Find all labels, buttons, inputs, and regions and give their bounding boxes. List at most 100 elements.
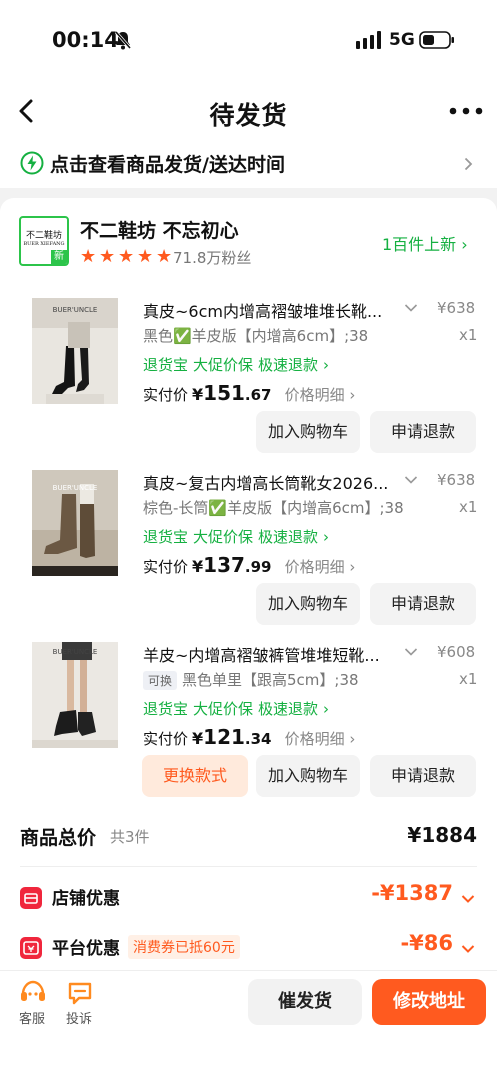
shop-rating-stars: ★ ★ ★ ★ ★ xyxy=(80,246,175,267)
request-refund-button[interactable]: 申请退款 xyxy=(370,755,476,797)
service-tags[interactable]: 退货宝 大促价保 极速退款 › xyxy=(143,698,334,719)
product-variant: 可换 黑色单里【跟高5cm】;38 xyxy=(143,669,359,690)
add-to-cart-button[interactable]: 加入购物车 xyxy=(256,583,360,625)
thumbnail-brand: BUER'UNCLE xyxy=(52,648,98,656)
product-variant: 黑色✅羊皮版【内增高6cm】;38 xyxy=(143,327,369,345)
thumbnail-brand: BUER'UNCLE xyxy=(52,306,98,314)
network-label: 5G xyxy=(389,30,415,50)
shop-logo[interactable]: 不二鞋坊 BUER XIEFANG 新 xyxy=(19,216,69,266)
service-tags[interactable]: 退货宝 大促价保 极速退款 › xyxy=(143,526,334,547)
star-icon: ★ xyxy=(137,246,154,267)
modify-address-button[interactable]: 修改地址 xyxy=(372,979,486,1025)
add-to-cart-button[interactable]: 加入购物车 xyxy=(256,755,360,797)
product-variant: 棕色-长筒✅羊皮版【内增高6cm】;38 xyxy=(143,499,404,517)
request-refund-button[interactable]: 申请退款 xyxy=(370,411,476,453)
customer-service-label[interactable]: 客服 xyxy=(19,1008,45,1027)
chevron-right-icon xyxy=(464,157,473,171)
chevron-right-icon: › xyxy=(323,528,330,546)
currency-symbol: ¥ xyxy=(192,385,204,404)
new-badge: 新 xyxy=(51,250,67,264)
shop-discount-value: -¥1387 xyxy=(371,881,453,905)
price-detail-link[interactable]: 价格明细 › xyxy=(285,730,356,748)
add-to-cart-button[interactable]: 加入购物车 xyxy=(256,411,360,453)
chevron-right-icon: › xyxy=(461,235,468,254)
divider xyxy=(20,866,477,867)
service-tag: 大促价保 xyxy=(193,356,254,374)
chevron-down-icon xyxy=(461,895,475,903)
remind-shipping-button[interactable]: 催发货 xyxy=(248,979,362,1025)
chevron-right-icon: › xyxy=(323,356,330,374)
service-tag: 退货宝 xyxy=(143,528,189,546)
paid-price-int: 121 xyxy=(203,725,245,749)
service-tag: 极速退款 xyxy=(258,700,319,718)
order-item[interactable]: BUER'UNCLE 真皮~6cm内增高褶皱堆堆长靴... ¥638 黑色✅羊皮… xyxy=(0,298,497,470)
platform-discount-label: 平台优惠 xyxy=(52,939,120,959)
customer-service-icon[interactable] xyxy=(19,979,47,1007)
product-thumbnail[interactable]: BUER'UNCLE xyxy=(32,470,118,576)
shop-fans: 71.8万粉丝 xyxy=(173,249,252,267)
chevron-down-icon[interactable] xyxy=(404,475,418,485)
price-detail-label: 价格明细 xyxy=(284,386,345,404)
list-price: ¥608 xyxy=(437,643,476,661)
service-tag: 大促价保 xyxy=(193,700,254,718)
bell-muted-icon xyxy=(114,31,132,50)
coupon-tag: 消费券已抵60元 xyxy=(128,935,240,959)
more-icon[interactable] xyxy=(446,98,486,124)
platform-discount-icon xyxy=(20,937,42,959)
star-icon: ★ xyxy=(80,246,97,267)
nav-bar: 待发货 xyxy=(0,80,497,140)
service-tags[interactable]: 退货宝 大促价保 极速退款 › xyxy=(143,354,334,375)
chevron-down-icon[interactable] xyxy=(404,647,418,657)
page-title: 待发货 xyxy=(209,101,288,130)
bottom-action-bar: 客服 投诉 催发货 修改地址 xyxy=(0,970,497,1080)
service-tag: 大促价保 xyxy=(193,528,254,546)
shop-new-items-link[interactable]: 1百件上新 › xyxy=(382,231,468,255)
complaint-icon[interactable] xyxy=(66,979,94,1007)
shipping-time-bar[interactable]: 点击查看商品发货/送达时间 xyxy=(0,140,497,188)
request-refund-button[interactable]: 申请退款 xyxy=(370,583,476,625)
signal-icon xyxy=(356,31,381,49)
platform-discount-row[interactable]: 平台优惠 消费券已抵60元 -¥86 xyxy=(20,931,477,964)
product-title[interactable]: 真皮~复古内增高长筒靴女2026... xyxy=(143,470,395,494)
chevron-right-icon: › xyxy=(323,700,330,718)
service-tag: 退货宝 xyxy=(143,356,189,374)
total-value: ¥1884 xyxy=(407,823,477,847)
complaint-label[interactable]: 投诉 xyxy=(66,1008,92,1027)
total-price-row: 商品总价 共3件 ¥1884 xyxy=(20,823,477,853)
shop-logo-subtext: BUER XIEFANG xyxy=(23,241,65,247)
change-style-button[interactable]: 更换款式 xyxy=(142,755,248,797)
shop-discount-icon xyxy=(20,887,42,909)
price-detail-label: 价格明细 xyxy=(284,730,345,748)
service-tag: 极速退款 xyxy=(258,528,319,546)
total-count: 共3件 xyxy=(110,828,150,846)
paid-price-dec: .67 xyxy=(244,386,272,404)
star-icon: ★ xyxy=(99,246,116,267)
service-tag: 极速退款 xyxy=(258,356,319,374)
shop-discount-row[interactable]: 店铺优惠 -¥1387 xyxy=(20,881,477,914)
star-icon: ★ xyxy=(156,246,173,267)
order-item[interactable]: BUER'UNCLE 真皮~复古内增高长筒靴女2026... ¥638 棕色-长… xyxy=(0,470,497,642)
price-detail-link[interactable]: 价格明细 › xyxy=(285,558,356,576)
chevron-down-icon[interactable] xyxy=(404,303,418,313)
paid-price-row: 实付价 ¥121.34 价格明细 › xyxy=(143,725,355,753)
paid-label: 实付价 xyxy=(143,558,189,576)
shop-name[interactable]: 不二鞋坊 不忘初心 xyxy=(80,216,239,243)
total-label: 商品总价 xyxy=(20,827,97,849)
thumbnail-brand: BUER'UNCLE xyxy=(52,484,98,492)
status-bar: 00:14 5G xyxy=(0,0,497,80)
product-thumbnail[interactable]: BUER'UNCLE xyxy=(32,298,118,404)
quantity: x1 xyxy=(459,670,478,688)
shop-discount-label: 店铺优惠 xyxy=(52,889,120,909)
price-detail-link[interactable]: 价格明细 › xyxy=(285,386,356,404)
order-item[interactable]: BUER'UNCLE 羊皮~内增高褶皱裤管堆堆短靴... ¥608 可换 黑色单里… xyxy=(0,642,497,814)
paid-price-int: 151 xyxy=(203,381,245,405)
chevron-right-icon: › xyxy=(349,386,356,404)
platform-discount-value: -¥86 xyxy=(400,931,453,955)
lightning-icon xyxy=(20,151,44,175)
list-price: ¥638 xyxy=(437,471,476,489)
paid-price-dec: .34 xyxy=(244,730,272,748)
product-title[interactable]: 真皮~6cm内增高褶皱堆堆长靴... xyxy=(143,298,395,322)
quantity: x1 xyxy=(459,326,478,344)
product-thumbnail[interactable]: BUER'UNCLE xyxy=(32,642,118,748)
product-title[interactable]: 羊皮~内增高褶皱裤管堆堆短靴... xyxy=(143,642,395,666)
